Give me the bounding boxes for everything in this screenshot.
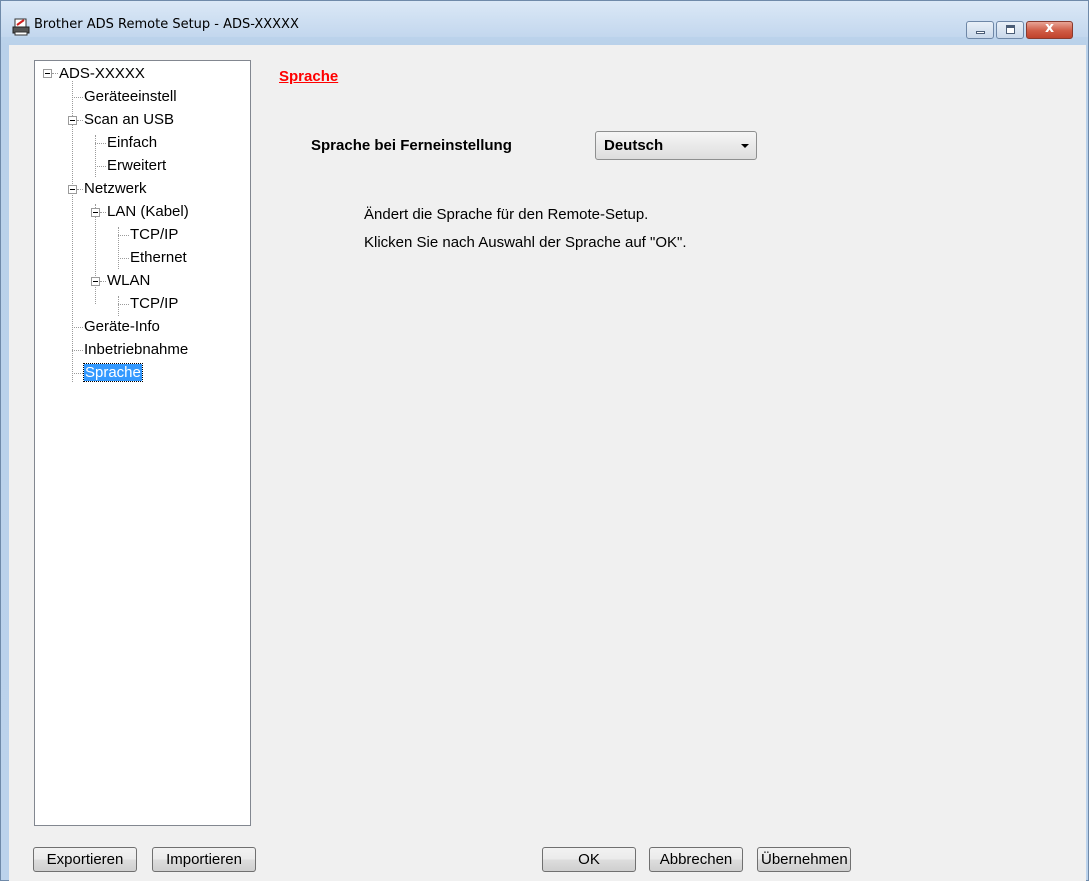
tree-item-lan-tcpip[interactable]: TCP/IP bbox=[130, 223, 178, 246]
tree-connector bbox=[100, 212, 106, 213]
tree-item-selected-label: Sprache bbox=[83, 363, 143, 382]
tree-connector bbox=[95, 166, 106, 167]
minimize-button[interactable] bbox=[966, 21, 994, 39]
tree-connector bbox=[72, 373, 83, 374]
collapse-icon[interactable] bbox=[43, 69, 52, 78]
printer-setup-icon bbox=[12, 18, 30, 36]
close-icon: x bbox=[1044, 20, 1055, 36]
tree-connector bbox=[118, 258, 129, 259]
window-title: Brother ADS Remote Setup - ADS-XXXXX bbox=[34, 17, 299, 32]
tree-item-lan-kabel[interactable]: LAN (Kabel) bbox=[107, 200, 189, 223]
app-window: Brother ADS Remote Setup - ADS-XXXXX x A… bbox=[0, 0, 1089, 881]
tree-item-netzwerk[interactable]: Netzwerk bbox=[84, 177, 147, 200]
tree-connector bbox=[118, 296, 119, 316]
language-select-value: Deutsch bbox=[604, 137, 664, 154]
tree-item-scan-an-usb[interactable]: Scan an USB bbox=[84, 108, 174, 131]
tree-item-geraete-info[interactable]: Geräte-Info bbox=[84, 315, 160, 338]
description-line-1: Ändert die Sprache für den Remote-Setup. bbox=[364, 206, 649, 223]
tree-connector bbox=[95, 135, 96, 177]
tree-connector bbox=[118, 304, 129, 305]
tree-connector bbox=[72, 327, 83, 328]
tree-connector bbox=[95, 143, 106, 144]
tree-item-ethernet[interactable]: Ethernet bbox=[130, 246, 187, 269]
client-area: ADS-XXXXX Geräteeinstell Scan an USB Ein… bbox=[9, 45, 1086, 881]
tree-connector bbox=[100, 281, 106, 282]
ok-button[interactable]: OK bbox=[542, 847, 636, 872]
tree-item-sprache[interactable]: Sprache bbox=[83, 361, 143, 384]
tree-connector bbox=[95, 204, 96, 304]
language-label: Sprache bei Ferneinstellung bbox=[311, 137, 512, 154]
tree-item-erweitert[interactable]: Erweitert bbox=[107, 154, 166, 177]
cancel-button[interactable]: Abbrechen bbox=[649, 847, 743, 872]
tree-item-inbetriebnahme[interactable]: Inbetriebnahme bbox=[84, 338, 188, 361]
title-bar[interactable]: Brother ADS Remote Setup - ADS-XXXXX x bbox=[1, 1, 1088, 39]
tree-item-geraeteeinstell[interactable]: Geräteeinstell bbox=[84, 85, 177, 108]
collapse-icon[interactable] bbox=[68, 116, 77, 125]
description-line-2: Klicken Sie nach Auswahl der Sprache auf… bbox=[364, 234, 687, 251]
collapse-icon[interactable] bbox=[91, 277, 100, 286]
section-title: Sprache bbox=[279, 68, 339, 85]
export-button[interactable]: Exportieren bbox=[33, 847, 137, 872]
tree-connector bbox=[72, 97, 83, 98]
import-button[interactable]: Importieren bbox=[152, 847, 256, 872]
apply-button[interactable]: Übernehmen bbox=[757, 847, 851, 872]
collapse-icon[interactable] bbox=[68, 185, 77, 194]
tree-item-wlan[interactable]: WLAN bbox=[107, 269, 150, 292]
tree-connector bbox=[77, 120, 83, 121]
tree-connector bbox=[72, 81, 73, 382]
tree-connector bbox=[118, 227, 119, 269]
maximize-button[interactable] bbox=[996, 21, 1024, 39]
tree-connector bbox=[72, 350, 83, 351]
tree-connector bbox=[77, 189, 83, 190]
close-button[interactable]: x bbox=[1026, 20, 1073, 39]
tree-item-root[interactable]: ADS-XXXXX bbox=[59, 62, 145, 85]
tree-connector bbox=[118, 235, 129, 236]
collapse-icon[interactable] bbox=[91, 208, 100, 217]
chevron-down-icon bbox=[741, 144, 749, 148]
tree-item-einfach[interactable]: Einfach bbox=[107, 131, 157, 154]
settings-tree[interactable]: ADS-XXXXX Geräteeinstell Scan an USB Ein… bbox=[34, 60, 251, 826]
tree-connector bbox=[52, 73, 58, 74]
language-select[interactable]: Deutsch bbox=[595, 131, 757, 160]
tree-item-wlan-tcpip[interactable]: TCP/IP bbox=[130, 292, 178, 315]
